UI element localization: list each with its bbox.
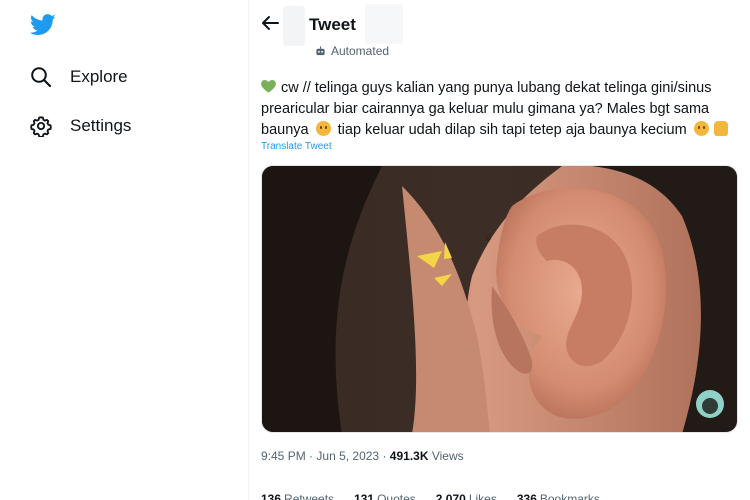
sidebar-item-label: Settings bbox=[70, 116, 132, 135]
arrow-left-icon bbox=[262, 16, 279, 30]
views-label: Views bbox=[431, 449, 464, 463]
tweet-meta: 9:45 PM · Jun 5, 2023 · 491.3K Views bbox=[261, 449, 464, 463]
engagement-stats: 136 Retweets 131 Quotes 2,070 Likes 336 Book… bbox=[261, 492, 600, 500]
crying-face-icon bbox=[693, 121, 709, 136]
blurred-avatar bbox=[283, 6, 305, 46]
tweet-image[interactable] bbox=[261, 165, 738, 433]
sidebar-item-settings[interactable]: Settings bbox=[28, 106, 131, 146]
twitter-bird-icon[interactable] bbox=[29, 14, 56, 38]
robot-icon bbox=[316, 45, 325, 55]
automated-label: Automated bbox=[315, 44, 389, 58]
blurred-region bbox=[365, 4, 403, 44]
worried-face-icon bbox=[315, 121, 331, 136]
bookmarks-stat[interactable]: 336 Bookmarks bbox=[517, 492, 600, 500]
tweet-line: baunya tiap keluar udah dilap sih tapi t… bbox=[261, 120, 743, 141]
tweet-line: prearicular biar cairannya ga keluar mul… bbox=[261, 101, 710, 117]
back-button[interactable] bbox=[259, 12, 281, 34]
tweet-time[interactable]: 9:45 PM bbox=[261, 449, 306, 463]
thumbs-down-icon bbox=[713, 121, 728, 136]
views-count: 491.3K bbox=[389, 449, 429, 463]
tweet-line: cw // telinga guys kalian yang punya lub… bbox=[261, 78, 743, 99]
retweets-stat[interactable]: 136 Retweets bbox=[261, 492, 334, 500]
search-icon bbox=[28, 64, 54, 90]
likes-stat[interactable]: 2,070 Likes bbox=[436, 492, 497, 500]
sidebar-item-label: Explore bbox=[70, 67, 128, 86]
main-column: Tweet Automated cw // telinga guys kalia… bbox=[249, 0, 750, 500]
page-title: Tweet bbox=[309, 15, 356, 34]
tweet-date[interactable]: Jun 5, 2023 bbox=[316, 449, 379, 463]
gear-icon bbox=[28, 113, 54, 139]
tweet-text: cw // telinga guys kalian yang punya lub… bbox=[261, 78, 743, 141]
automated-text: Automated bbox=[331, 44, 390, 58]
sidebar: Explore Settings bbox=[0, 0, 248, 500]
green-heart-icon bbox=[261, 80, 276, 93]
translate-tweet-link[interactable]: Translate Tweet bbox=[261, 141, 332, 152]
header: Tweet bbox=[249, 0, 750, 46]
quotes-stat[interactable]: 131 Quotes bbox=[354, 492, 416, 500]
sidebar-item-explore[interactable]: Explore bbox=[28, 57, 128, 97]
